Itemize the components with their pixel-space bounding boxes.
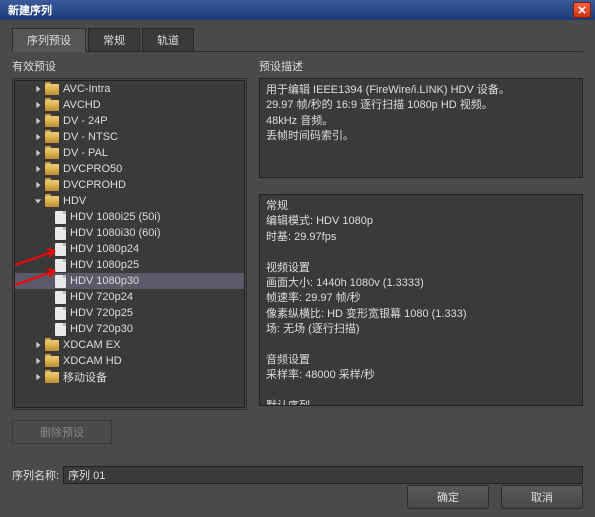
- folder-icon: [45, 196, 59, 207]
- chevron-right-icon: [33, 100, 43, 110]
- tab-2[interactable]: 轨道: [142, 28, 194, 51]
- chevron-right-icon: [33, 148, 43, 158]
- tree-item-label: 移动设备: [63, 369, 107, 385]
- tree-folder[interactable]: DV - NTSC: [15, 129, 244, 145]
- tree-item[interactable]: HDV 1080i25 (50i): [15, 209, 244, 225]
- tree-item-label: XDCAM EX: [63, 339, 120, 351]
- tree-item[interactable]: HDV 720p25: [15, 305, 244, 321]
- preset-description: 用于编辑 IEEE1394 (FireWire/i.LINK) HDV 设备。 …: [259, 78, 583, 178]
- chevron-down-icon: [33, 196, 43, 206]
- chevron-right-icon: [33, 340, 43, 350]
- tree-item-label: HDV 1080p30: [70, 275, 139, 287]
- tree-item-label: AVC-Intra: [63, 83, 110, 95]
- tree-item-label: DVCPROHD: [63, 179, 126, 191]
- preset-file-icon: [55, 243, 66, 256]
- preset-file-icon: [55, 275, 66, 288]
- dialog-footer: 确定 取消: [407, 485, 583, 509]
- preset-details: 常规 编辑模式: HDV 1080p 时基: 29.97fps 视频设置 画面大…: [259, 194, 583, 406]
- tree-folder[interactable]: DVCPROHD: [15, 177, 244, 193]
- tree-item-label: HDV: [63, 195, 86, 207]
- sequence-name-input[interactable]: [63, 466, 583, 484]
- folder-icon: [45, 340, 59, 351]
- tree-folder[interactable]: DV - PAL: [15, 145, 244, 161]
- titlebar: 新建序列: [0, 0, 595, 20]
- left-column: 有效预设 AVC-Intra AVCHD DV - 24P DV - NTSC DV -…: [12, 58, 247, 444]
- sequence-name-row: 序列名称:: [12, 466, 583, 484]
- tree-folder[interactable]: XDCAM EX: [15, 337, 244, 353]
- preset-file-icon: [55, 307, 66, 320]
- chevron-right-icon: [33, 116, 43, 126]
- close-button[interactable]: [573, 2, 591, 18]
- folder-icon: [45, 164, 59, 175]
- tree-item-label: HDV 1080i30 (60i): [70, 227, 161, 239]
- tree-item-label: HDV 1080p25: [70, 259, 139, 271]
- sequence-name-label: 序列名称:: [12, 467, 59, 483]
- tree-folder[interactable]: DV - 24P: [15, 113, 244, 129]
- preset-file-icon: [55, 291, 66, 304]
- description-heading: 预设描述: [259, 58, 583, 74]
- tree-folder[interactable]: XDCAM HD: [15, 353, 244, 369]
- tree-item[interactable]: HDV 720p30: [15, 321, 244, 337]
- tree-folder[interactable]: 移动设备: [15, 369, 244, 385]
- tree-item[interactable]: HDV 1080p25: [15, 257, 244, 273]
- right-column: 预设描述 用于编辑 IEEE1394 (FireWire/i.LINK) HDV…: [259, 58, 583, 444]
- folder-icon: [45, 180, 59, 191]
- chevron-right-icon: [33, 164, 43, 174]
- tree-folder[interactable]: HDV: [15, 193, 244, 209]
- tree-item-label: AVCHD: [63, 99, 101, 111]
- folder-icon: [45, 116, 59, 127]
- tree-item-label: DV - 24P: [63, 115, 108, 127]
- chevron-right-icon: [33, 372, 43, 382]
- chevron-right-icon: [33, 132, 43, 142]
- chevron-right-icon: [33, 180, 43, 190]
- preset-file-icon: [55, 211, 66, 224]
- folder-icon: [45, 148, 59, 159]
- folder-icon: [45, 84, 59, 95]
- dialog-body: 序列预设常规轨道 有效预设 AVC-Intra AVCHD DV - 24P DV -…: [0, 20, 595, 492]
- tree-item-label: HDV 1080p24: [70, 243, 139, 255]
- tree-item[interactable]: HDV 720p24: [15, 289, 244, 305]
- cancel-button[interactable]: 取消: [501, 485, 583, 509]
- preset-file-icon: [55, 259, 66, 272]
- tree-folder[interactable]: AVC-Intra: [15, 81, 244, 97]
- tab-bar: 序列预设常规轨道: [12, 28, 583, 52]
- tree-item[interactable]: HDV 1080p24: [15, 241, 244, 257]
- tree-item-label: XDCAM HD: [63, 355, 122, 367]
- preset-file-icon: [55, 323, 66, 336]
- new-sequence-dialog: 新建序列 序列预设常规轨道 有效预设 AVC-Intra AVCHD DV - 24…: [0, 0, 595, 517]
- ok-button[interactable]: 确定: [407, 485, 489, 509]
- columns: 有效预设 AVC-Intra AVCHD DV - 24P DV - NTSC DV -…: [12, 58, 583, 444]
- tab-0[interactable]: 序列预设: [12, 28, 86, 52]
- tree-item-label: HDV 720p24: [70, 291, 133, 303]
- chevron-right-icon: [33, 356, 43, 366]
- preset-tree[interactable]: AVC-Intra AVCHD DV - 24P DV - NTSC DV - PAL D…: [14, 80, 245, 408]
- tree-item-label: HDV 720p25: [70, 307, 133, 319]
- delete-preset-button: 删除预设: [12, 420, 112, 444]
- tree-item[interactable]: HDV 1080p30: [15, 273, 244, 289]
- folder-icon: [45, 132, 59, 143]
- tree-folder[interactable]: AVCHD: [15, 97, 244, 113]
- tree-item-label: HDV 720p30: [70, 323, 133, 335]
- preset-file-icon: [55, 227, 66, 240]
- presets-heading: 有效预设: [12, 58, 247, 74]
- window-title: 新建序列: [4, 2, 52, 18]
- tree-folder[interactable]: DVCPRO50: [15, 161, 244, 177]
- folder-icon: [45, 100, 59, 111]
- folder-icon: [45, 372, 59, 383]
- tree-item-label: HDV 1080i25 (50i): [70, 211, 161, 223]
- tab-1[interactable]: 常规: [88, 28, 140, 51]
- tree-item[interactable]: HDV 1080i30 (60i): [15, 225, 244, 241]
- tree-item-label: DVCPRO50: [63, 163, 122, 175]
- tree-item-label: DV - PAL: [63, 147, 108, 159]
- tree-item-label: DV - NTSC: [63, 131, 118, 143]
- folder-icon: [45, 356, 59, 367]
- chevron-right-icon: [33, 84, 43, 94]
